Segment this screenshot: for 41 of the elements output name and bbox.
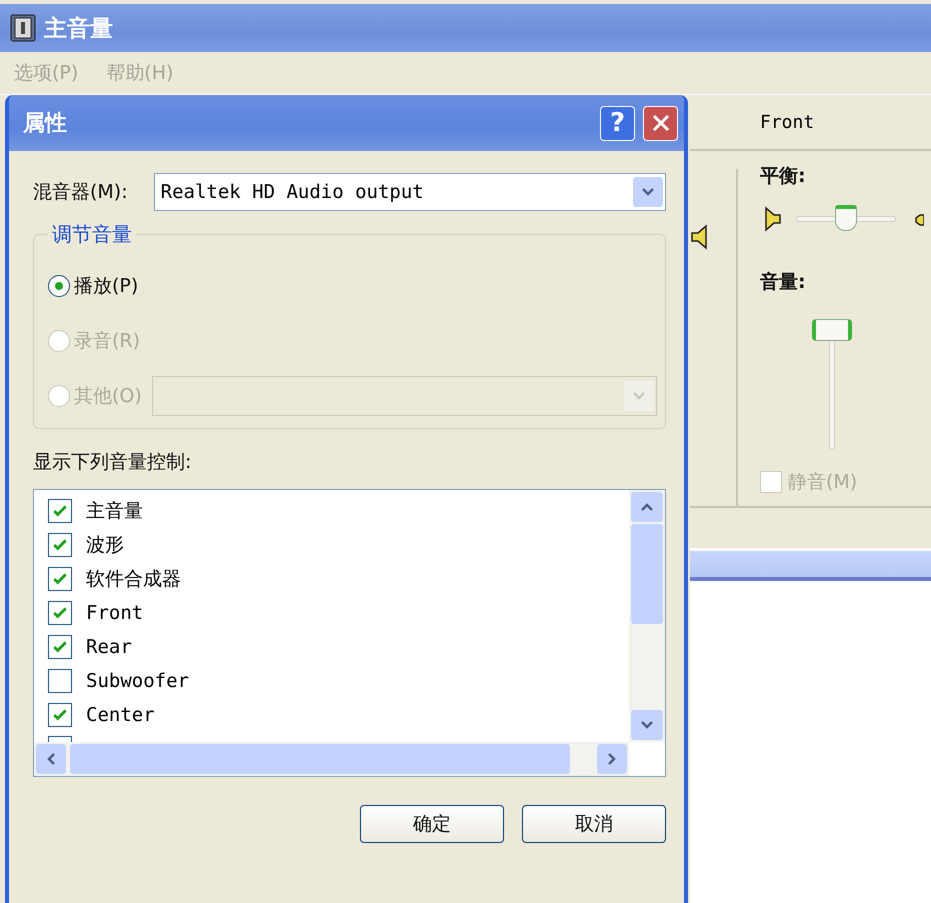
volume-slider[interactable] [812, 319, 852, 449]
vertical-scrollbar[interactable] [629, 490, 665, 742]
speaker-book-icon [10, 14, 36, 42]
chevron-down-icon [640, 720, 654, 730]
balance-label: 平衡: [760, 164, 807, 189]
volume-label: 音量: [760, 270, 807, 295]
checkbox-item[interactable]: Center [48, 698, 155, 732]
checkbox-item[interactable]: 主音量 [48, 494, 143, 528]
chevron-down-icon [641, 187, 655, 197]
checkmark-icon [52, 503, 68, 519]
checkmark-icon [52, 571, 68, 587]
radio-button[interactable]: 播放(P) [48, 272, 138, 298]
mixer-label: 混音器(M): [33, 180, 128, 205]
checkmark-icon [52, 639, 68, 655]
chevron-up-icon [640, 502, 654, 512]
dialog-button[interactable]: 确定 [360, 805, 504, 843]
window-title: 主音量 [44, 14, 113, 44]
channel-name: Front [760, 112, 814, 132]
checkbox-item[interactable]: Front [48, 596, 144, 630]
checkmark-icon [52, 707, 68, 723]
checkbox-item[interactable]: 软件合成器 [48, 562, 181, 596]
checkmark-icon [52, 537, 68, 553]
balance-slider-thumb[interactable] [835, 205, 857, 231]
chevron-right-icon [607, 752, 617, 766]
checkbox-item[interactable]: Rear [48, 630, 132, 664]
checkbox-item[interactable]: 波形 [48, 528, 124, 562]
horizontal-scrollbar[interactable] [34, 742, 629, 776]
mixer-dropdown[interactable]: Realtek HD Audio output [154, 173, 666, 211]
chevron-left-icon [46, 752, 56, 766]
help-button[interactable]: ? [600, 106, 635, 140]
checkbox-item[interactable]: Subwoofer [48, 664, 189, 698]
list-label: 显示下列音量控制: [33, 450, 192, 475]
close-button[interactable] [643, 106, 678, 140]
balance-slider[interactable] [796, 205, 896, 233]
group-title: 调节音量 [51, 221, 133, 248]
chevron-down-icon [632, 390, 646, 400]
dialog-title: 属性 [23, 110, 68, 138]
horizontal-scrollbar[interactable] [690, 549, 931, 581]
dialog-button[interactable]: 取消 [522, 805, 666, 843]
checkmark-icon [52, 605, 68, 621]
volume-slider-thumb[interactable] [812, 319, 852, 341]
